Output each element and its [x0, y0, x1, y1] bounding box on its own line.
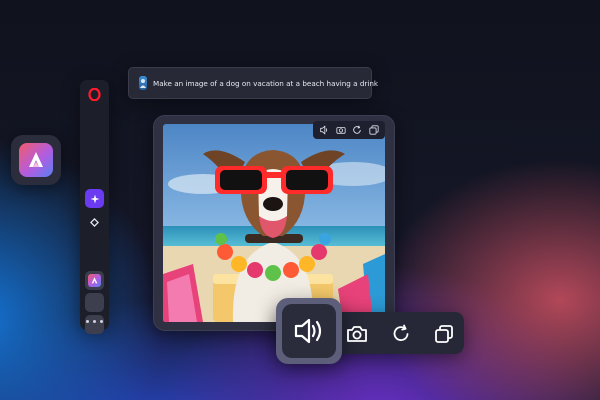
speaker-button-highlight[interactable] — [276, 298, 342, 364]
camera-icon[interactable] — [345, 322, 369, 346]
app-icon-tile[interactable] — [11, 135, 61, 185]
copy-icon[interactable] — [432, 322, 456, 346]
refresh-icon[interactable] — [351, 124, 363, 136]
browser-sidebar — [80, 80, 109, 334]
diamond-icon[interactable] — [85, 213, 104, 232]
aria-logo-icon — [88, 274, 101, 287]
refresh-icon[interactable] — [389, 322, 413, 346]
image-mini-toolbar — [313, 121, 385, 139]
generated-image[interactable] — [163, 124, 385, 322]
camera-icon[interactable] — [335, 124, 347, 136]
aria-icon[interactable] — [85, 271, 104, 290]
prompt-text: Make an image of a dog on vacation at a … — [153, 78, 379, 88]
more-icon[interactable] — [86, 316, 103, 326]
speaker-icon — [282, 304, 336, 358]
sidebar-slot[interactable] — [85, 293, 104, 312]
sparkle-icon[interactable] — [85, 189, 104, 208]
user-avatar-icon — [139, 76, 147, 90]
prompt-bar: Make an image of a dog on vacation at a … — [128, 67, 378, 99]
aria-app-icon — [19, 143, 53, 177]
opera-icon[interactable] — [85, 85, 104, 104]
copy-icon[interactable] — [368, 124, 380, 136]
speaker-icon[interactable] — [318, 124, 330, 136]
